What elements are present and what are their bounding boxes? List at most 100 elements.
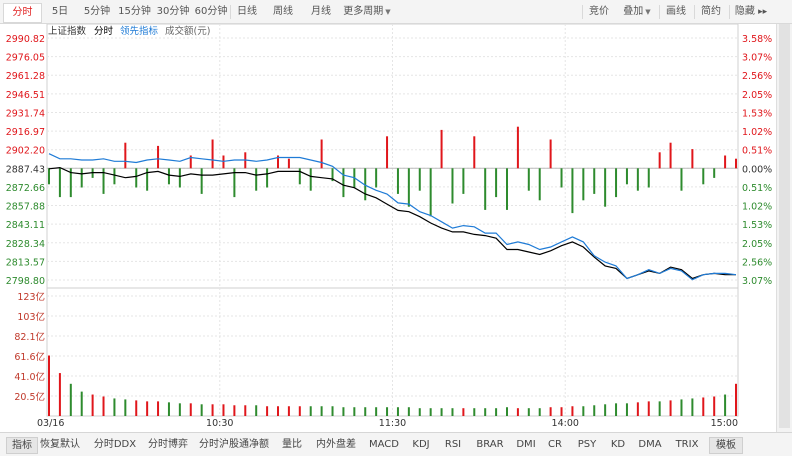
- volume-bar: [615, 403, 618, 416]
- tab-kdj[interactable]: KDJ: [408, 437, 434, 453]
- chart-grid: [46, 24, 739, 417]
- period-tab-5min[interactable]: 5分钟: [79, 3, 115, 21]
- indicator-bar: [495, 168, 498, 198]
- tab-northbound-net[interactable]: 分时沪股通净额: [198, 437, 270, 453]
- volume-tick-label: 103亿: [17, 311, 45, 323]
- volume-bar: [342, 407, 345, 416]
- tab-template[interactable]: 模板: [709, 437, 743, 454]
- volume-bar: [484, 408, 487, 416]
- tab-intraday-game[interactable]: 分时博弈: [146, 437, 190, 453]
- indicator-bar: [48, 168, 50, 185]
- volume-bar: [691, 398, 694, 416]
- tab-dma[interactable]: DMA: [637, 437, 663, 453]
- indicator-bar: [582, 168, 585, 201]
- volume-bar: [462, 408, 465, 416]
- indicator-bar: [713, 168, 716, 178]
- volume-bar: [222, 404, 225, 416]
- period-tab-daily[interactable]: 日线: [232, 3, 262, 21]
- tab-trix[interactable]: TRIX: [673, 437, 701, 453]
- price-tick-label: 2931.74: [6, 108, 45, 119]
- price-tick-label: 2961.28: [6, 71, 45, 82]
- tab-rsi[interactable]: RSI: [442, 437, 464, 453]
- tab-indicator[interactable]: 指标: [6, 437, 38, 454]
- tab-macd[interactable]: MACD: [367, 437, 401, 453]
- pct-tick-label: 0.00%: [742, 164, 772, 175]
- date-label: 03/16: [37, 418, 64, 429]
- volume-bar: [636, 402, 639, 416]
- volume-bar: [233, 405, 236, 416]
- tab-volume-ratio[interactable]: 量比: [280, 437, 304, 453]
- scrollbar-thumb[interactable]: [779, 24, 790, 428]
- vertical-scrollbar[interactable]: [776, 24, 792, 432]
- indicator-bar: [440, 129, 443, 169]
- tab-intraday-ddx[interactable]: 分时DDX: [92, 437, 138, 453]
- indicator-bar: [418, 168, 421, 191]
- indicator-bar: [451, 168, 454, 204]
- volume-bar: [582, 406, 585, 416]
- period-tab-weekly[interactable]: 周线: [268, 3, 298, 21]
- simple-mode-button[interactable]: 简约: [697, 3, 725, 21]
- volume-bar: [407, 407, 410, 416]
- volume-bar: [331, 406, 334, 416]
- tab-cr[interactable]: CR: [546, 437, 564, 453]
- indicator-bar: [462, 168, 465, 194]
- indicator-bar: [80, 168, 83, 188]
- tab-kd[interactable]: KD: [609, 437, 627, 453]
- volume-bar: [549, 407, 552, 416]
- tab-restore-default[interactable]: 恢复默认: [38, 437, 82, 453]
- price-tick-label: 2990.82: [6, 34, 45, 45]
- legend-series-volume: 成交额(元): [165, 25, 210, 37]
- indicator-bar: [135, 168, 138, 188]
- volume-bar: [451, 408, 454, 416]
- volume-bar: [146, 401, 149, 416]
- pct-tick-label: 1.02%: [742, 127, 772, 138]
- period-tab-5day[interactable]: 5日: [45, 3, 75, 21]
- volume-tick-label: 61.6亿: [14, 351, 45, 363]
- price-tick-label: 2843.11: [6, 220, 45, 231]
- indicator-bar: [735, 158, 737, 169]
- intraday-chart[interactable]: 2990.82 2976.05 2961.28 2946.51 2931.74 2916.…: [0, 24, 776, 432]
- tab-in-out-diff[interactable]: 内外盘差: [314, 437, 358, 453]
- pct-tick-label: 1.53%: [742, 108, 772, 119]
- volume-bar: [604, 404, 607, 416]
- price-tick-label: 2916.97: [6, 127, 45, 138]
- period-tab-60min[interactable]: 60分钟: [192, 3, 230, 21]
- auction-button[interactable]: 竞价: [585, 3, 613, 21]
- volume-bar: [353, 407, 356, 416]
- indicator-bar: [211, 139, 214, 169]
- volume-bar: [244, 405, 247, 416]
- volume-bar: [386, 407, 389, 416]
- price-tick-label: 2946.51: [6, 90, 45, 101]
- pct-tick-label: 3.07%: [742, 53, 772, 64]
- hide-panel-button[interactable]: 隐藏 ▸▸: [731, 3, 771, 21]
- pct-tick-label: 3.58%: [742, 34, 772, 45]
- indicator-bar: [516, 126, 519, 169]
- indicator-bar: [484, 168, 487, 210]
- volume-tick-label: 20.5亿: [14, 391, 45, 403]
- period-tab-monthly[interactable]: 月线: [306, 3, 336, 21]
- tab-psy[interactable]: PSY: [575, 437, 599, 453]
- draw-line-button[interactable]: 画线: [662, 3, 690, 21]
- indicator-bar: [396, 168, 399, 194]
- indicator-bar: [593, 168, 596, 194]
- tab-brar[interactable]: BRAR: [474, 437, 506, 453]
- indicator-bar: [157, 145, 160, 169]
- tab-dmi[interactable]: DMI: [514, 437, 538, 453]
- volume-bar: [735, 383, 737, 416]
- period-tab-30min[interactable]: 30分钟: [154, 3, 192, 21]
- period-tab-intraday[interactable]: 分时: [3, 3, 42, 23]
- indicator-bar: [691, 149, 694, 169]
- more-periods-dropdown[interactable]: 更多周期 ▼: [340, 3, 394, 21]
- volume-bar: [593, 405, 596, 416]
- volume-bar: [527, 408, 530, 416]
- hide-label: 隐藏: [734, 6, 755, 17]
- toolbar-divider: [230, 5, 231, 19]
- indicator-bar: [615, 168, 618, 198]
- pct-tick-label: 0.51%: [742, 183, 772, 194]
- volume-bar: [102, 396, 105, 416]
- overlay-dropdown[interactable]: 叠加 ▼: [618, 3, 656, 21]
- period-tab-15min[interactable]: 15分钟: [116, 3, 153, 21]
- indicator-bar: [407, 168, 410, 207]
- volume-bar: [473, 408, 476, 416]
- price-tick-label: 2872.66: [6, 183, 45, 194]
